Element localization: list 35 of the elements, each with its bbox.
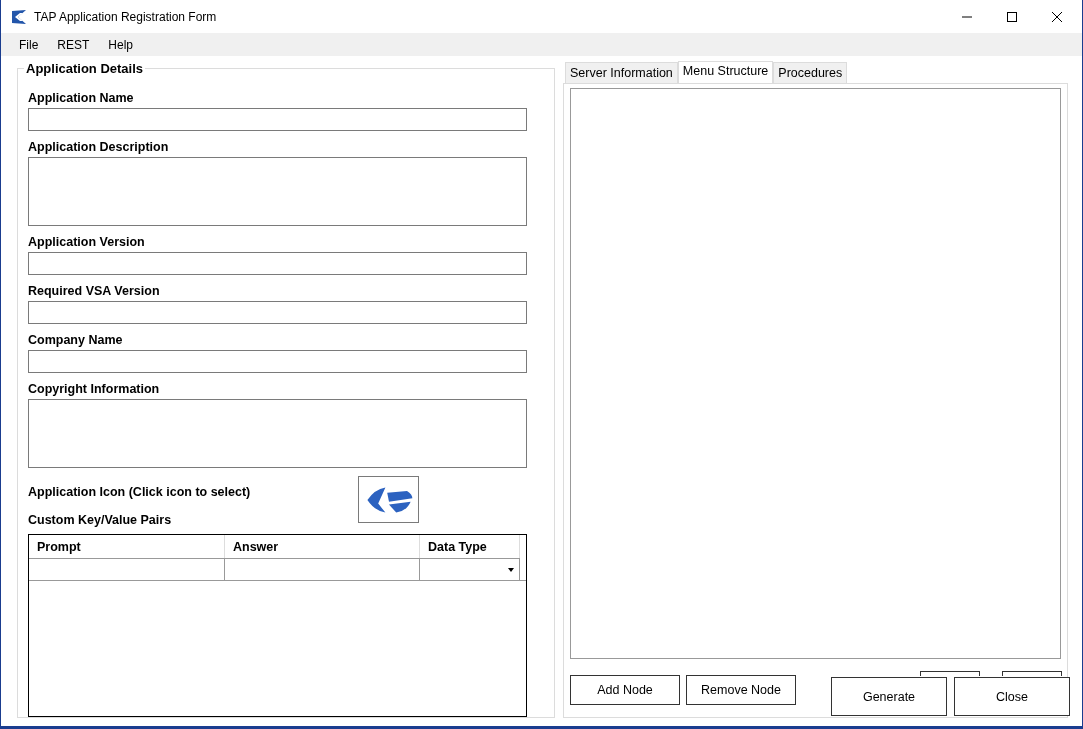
table-cell[interactable]: [29, 558, 225, 580]
tab[interactable]: Server Information: [565, 62, 678, 83]
field-label: Required VSA Version: [28, 284, 161, 298]
field-label: Application Name: [28, 91, 135, 105]
table-cell[interactable]: [225, 558, 420, 580]
node-button[interactable]: Remove Node: [686, 675, 796, 705]
column-header[interactable]: Data Type: [420, 535, 520, 558]
input-field[interactable]: [28, 252, 527, 275]
tab[interactable]: Menu Structure: [677, 61, 774, 83]
menu-item[interactable]: File: [19, 37, 39, 52]
close-icon[interactable]: [1052, 11, 1062, 22]
dropdown-cell[interactable]: [420, 558, 520, 580]
input-field[interactable]: [28, 301, 527, 324]
window-title: TAP Application Registration Form: [34, 9, 217, 24]
field-label: Application Version: [28, 235, 146, 249]
app-icon-button[interactable]: [358, 476, 419, 523]
node-button[interactable]: Add Node: [570, 675, 680, 705]
field-label: Application Description: [28, 140, 170, 154]
text-area[interactable]: [28, 399, 527, 468]
menu-item[interactable]: Help: [108, 37, 134, 52]
group-title: Application Details: [24, 61, 146, 76]
text-area[interactable]: [28, 157, 527, 226]
field-label: Application Icon (Click icon to select): [28, 485, 252, 499]
input-field[interactable]: [28, 108, 527, 131]
field-label: Company Name: [28, 333, 124, 347]
menu-item[interactable]: REST: [57, 37, 90, 52]
tab[interactable]: Procedures: [773, 62, 848, 83]
field-label: Custom Key/Value Pairs: [28, 513, 173, 527]
footer-button[interactable]: Close: [954, 677, 1070, 716]
app-logo-icon: [11, 8, 27, 25]
dropdown-arrow-icon[interactable]: [507, 567, 515, 572]
maximize-icon[interactable]: [1007, 11, 1017, 22]
footer-button[interactable]: Generate: [831, 677, 947, 716]
field-label: Copyright Information: [28, 382, 161, 396]
input-field[interactable]: [28, 350, 527, 373]
